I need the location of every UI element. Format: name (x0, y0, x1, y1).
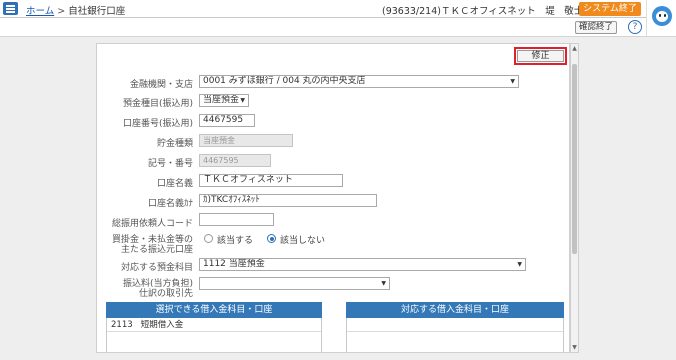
deposit-type-label: 預金種目(振込用) (122, 99, 193, 109)
dropdown-arrow-icon: ▼ (510, 78, 515, 85)
account-name-kana-value: ｶ)TKCｵﾌｨｽﾈｯﾄ (203, 195, 260, 205)
vertical-scrollbar[interactable]: ▲ ▼ (570, 43, 579, 353)
symbol-number-label: 記号・番号 (147, 159, 193, 169)
menu-icon[interactable] (3, 2, 18, 15)
main-transfer-account-label-line2: 主たる振込元口座 (120, 245, 193, 255)
bank-branch-select[interactable]: 0001 みずほ銀行 / 004 丸の内中央支店 ▼ (199, 75, 519, 88)
radio-applicable[interactable] (204, 234, 213, 243)
symbol-number-field: 4467595 (199, 154, 271, 167)
savings-type-value: 当座預金 (203, 136, 235, 145)
savings-type-label: 貯金種類 (156, 139, 193, 149)
scrollbar-thumb[interactable] (572, 64, 577, 254)
bank-branch-value: 0001 みずほ銀行 / 004 丸の内中央支店 (203, 76, 366, 86)
requester-code-label: 総振用依頼人コード (111, 219, 193, 229)
bank-branch-label: 金融機関・支店 (129, 80, 193, 90)
radio-applicable-label[interactable]: 該当する (217, 233, 253, 246)
corresponding-loan-accounts-header: 対応する借入金科目・口座 (346, 302, 564, 318)
selectable-loan-accounts-list: 2113 短期借入金 (106, 318, 322, 352)
fee-payee-select[interactable]: ▼ (199, 277, 390, 290)
content-area: 修正 金融機関・支店 0001 みずほ銀行 / 004 丸の内中央支店 ▼ 預金… (0, 36, 676, 360)
dropdown-arrow-icon: ▼ (381, 280, 386, 287)
deposit-subject-select[interactable]: 1112 当座預金 ▼ (199, 258, 526, 271)
account-number-label: 口座番号(振込用) (122, 119, 193, 129)
dropdown-arrow-icon: ▼ (517, 261, 522, 268)
account-number-value: 4467595 (203, 115, 244, 125)
row-name: 短期借入金 (140, 320, 184, 330)
top-bar: ホーム>自社銀行口座 (93633/214)ＴＫＣオフィスネット 堤 敬士▼ シ… (0, 0, 676, 18)
edit-button[interactable]: 修正 (517, 50, 564, 62)
account-number-input[interactable]: 4467595 (199, 114, 255, 127)
user-info: (93633/214)ＴＫＣオフィスネット 堤 敬士 (382, 6, 584, 17)
selectable-loan-accounts-header: 選択できる借入金科目・口座 (106, 302, 322, 318)
deposit-subject-value: 1112 当座預金 (203, 259, 265, 269)
account-name-label: 口座名義 (156, 179, 193, 189)
symbol-number-value: 4467595 (203, 156, 239, 165)
deposit-type-value: 当座預金 (203, 95, 240, 105)
confirm-end-button[interactable]: 確認終了 (575, 21, 617, 34)
account-name-kana-label: 口座名義ｶﾅ (147, 199, 193, 209)
breadcrumb: ホーム > 自社銀行口座 (26, 3, 125, 17)
edit-button-highlight: 修正 (514, 47, 567, 65)
breadcrumb-separator: > (57, 6, 66, 17)
assistant-mascot-icon[interactable] (646, 0, 676, 36)
user-menu[interactable]: (93633/214)ＴＫＣオフィスネット 堤 敬士▼ (382, 3, 591, 17)
deposit-subject-label: 対応する預金科目 (120, 263, 193, 273)
radio-not-applicable-label[interactable]: 該当しない (280, 233, 325, 246)
breadcrumb-home-link[interactable]: ホーム (26, 6, 54, 17)
scroll-down-icon[interactable]: ▼ (571, 344, 578, 351)
row-code: 2113 (111, 320, 133, 330)
scroll-up-icon[interactable]: ▲ (571, 45, 578, 52)
account-name-value: ＴＫＣオフィスネット (203, 175, 293, 185)
fee-payee-label-line2: 仕訳の取引先 (138, 289, 193, 299)
deposit-type-select[interactable]: 当座預金 ▼ (199, 94, 249, 107)
empty-row (347, 318, 563, 332)
breadcrumb-current: 自社銀行口座 (68, 6, 126, 17)
dropdown-arrow-icon: ▼ (240, 97, 245, 104)
system-end-button[interactable]: システム終了 (579, 2, 641, 16)
sub-toolbar: 確認終了 ? (0, 19, 646, 36)
radio-not-applicable[interactable] (267, 234, 276, 243)
bank-account-form-panel: 修正 金融機関・支店 0001 みずほ銀行 / 004 丸の内中央支店 ▼ 預金… (96, 43, 570, 353)
account-name-kana-input[interactable]: ｶ)TKCｵﾌｨｽﾈｯﾄ (199, 194, 377, 207)
requester-code-input[interactable] (199, 213, 274, 226)
account-name-input[interactable]: ＴＫＣオフィスネット (199, 174, 343, 187)
savings-type-field: 当座預金 (199, 134, 293, 147)
table-row[interactable]: 2113 短期借入金 (107, 318, 321, 332)
corresponding-loan-accounts-list (346, 318, 564, 352)
help-icon[interactable]: ? (628, 20, 642, 34)
